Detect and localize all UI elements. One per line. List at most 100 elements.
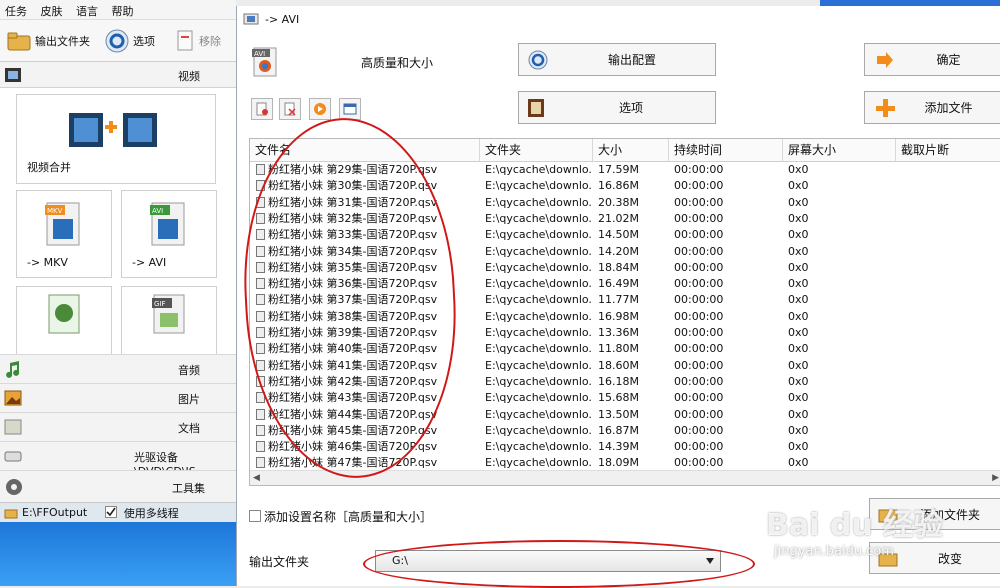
options-button[interactable]: 选项: [104, 28, 155, 54]
menu-help[interactable]: 帮助: [107, 0, 139, 22]
cell-size: 18.84M: [598, 260, 639, 274]
cell-folder: E:\qycache\downlo...: [485, 293, 591, 307]
svg-text:AVI: AVI: [152, 207, 163, 215]
file-icon: [256, 164, 265, 175]
add-file-button[interactable]: 添加文件: [864, 91, 1000, 124]
cell-screen-size: 0x0: [788, 374, 809, 388]
cell-size: 16.86M: [598, 179, 639, 193]
cell-duration: 00:00:00: [674, 440, 724, 454]
file-list-table[interactable]: 文件名 文件夹 大小 持续时间 屏幕大小 截取片断 粉红猪小妹 第29集-国语7…: [249, 138, 1000, 486]
cell-screen-size: 0x0: [788, 277, 809, 291]
table-row[interactable]: 粉红猪小妹 第37集-国语720P.qsv E:\qycache\downlo..…: [250, 292, 1000, 308]
table-row[interactable]: 粉红猪小妹 第40集-国语720P.qsv E:\qycache\downlo..…: [250, 341, 1000, 357]
watermark-brand: Bai du 经验: [766, 508, 944, 543]
table-row[interactable]: 粉红猪小妹 第32集-国语720P.qsv E:\qycache\downlo..…: [250, 211, 1000, 227]
ok-button[interactable]: 确定: [864, 43, 1000, 76]
cell-size: 16.98M: [598, 309, 639, 323]
scroll-left-icon[interactable]: ◀: [253, 473, 260, 483]
file-icon: [256, 343, 265, 355]
menu-task[interactable]: 任务: [0, 0, 32, 22]
cell-filename: 粉红猪小妹 第44集-国语720P.qsv: [256, 407, 478, 423]
cell-filename: 粉红猪小妹 第47集-国语720P.qsv: [256, 455, 478, 471]
output-folder-select[interactable]: G:\: [375, 550, 721, 572]
cell-duration: 00:00:00: [674, 309, 724, 323]
cell-size: 16.18M: [598, 374, 639, 388]
cell-screen-size: 0x0: [788, 260, 809, 274]
cell-filename: 粉红猪小妹 第42集-国语720P.qsv: [256, 374, 478, 390]
file-icon: [256, 180, 265, 192]
gif-file-icon: GIF: [152, 294, 185, 334]
cell-screen-size: 0x0: [788, 179, 809, 193]
cell-screen-size: 0x0: [788, 391, 809, 405]
tile-to-avi[interactable]: AVI -> AVI: [121, 190, 217, 278]
menu-skin[interactable]: 皮肤: [36, 0, 68, 22]
tile-to-mkv[interactable]: MKV -> MKV: [16, 190, 112, 278]
cell-duration: 00:00:00: [674, 211, 724, 225]
cell-folder: E:\qycache\downlo...: [485, 342, 591, 356]
category-image[interactable]: 图片: [0, 383, 236, 412]
table-row[interactable]: 粉红猪小妹 第43集-国语720P.qsv E:\qycache\downlo..…: [250, 390, 1000, 406]
avi-file-icon: AVI: [150, 202, 185, 246]
cell-filename: 粉红猪小妹 第45集-国语720P.qsv: [256, 423, 478, 439]
category-tools[interactable]: 工具集: [0, 470, 236, 502]
table-row[interactable]: 粉红猪小妹 第45集-国语720P.qsv E:\qycache\downlo..…: [250, 423, 1000, 439]
table-row[interactable]: 粉红猪小妹 第34集-国语720P.qsv E:\qycache\downlo..…: [250, 244, 1000, 260]
cell-filename: 粉红猪小妹 第37集-国语720P.qsv: [256, 292, 478, 308]
desktop-background: [0, 522, 236, 586]
cell-duration: 00:00:00: [674, 277, 724, 291]
cell-size: 18.60M: [598, 358, 639, 372]
play-button[interactable]: [309, 98, 331, 120]
cell-folder: E:\qycache\downlo...: [485, 211, 591, 225]
remove-button[interactable]: 移除: [176, 28, 221, 54]
document-icon: [4, 419, 22, 435]
cell-size: 11.80M: [598, 342, 639, 356]
table-row[interactable]: 粉红猪小妹 第31集-国语720P.qsv E:\qycache\downlo..…: [250, 195, 1000, 211]
file-icon: [256, 229, 265, 241]
output-config-button[interactable]: 输出配置: [518, 43, 716, 76]
options-dialog-button[interactable]: 选项: [518, 91, 716, 124]
table-row[interactable]: 粉红猪小妹 第30集-国语720P.qsv E:\qycache\downlo..…: [250, 178, 1000, 194]
column-clip[interactable]: 截取片断: [896, 139, 1000, 161]
cell-size: 18.09M: [598, 456, 639, 470]
table-row[interactable]: 粉红猪小妹 第33集-国语720P.qsv E:\qycache\downlo..…: [250, 227, 1000, 243]
add-setting-name-checkbox[interactable]: 添加设置名称［高质量和大小］: [249, 508, 432, 525]
table-row[interactable]: 粉红猪小妹 第41集-国语720P.qsv E:\qycache\downlo..…: [250, 358, 1000, 374]
play-icon: [314, 103, 326, 115]
menu-language[interactable]: 语言: [71, 0, 103, 22]
table-row[interactable]: 粉红猪小妹 第42集-国语720P.qsv E:\qycache\downlo..…: [250, 374, 1000, 390]
category-video[interactable]: 视频: [0, 62, 236, 88]
cell-folder: E:\qycache\downlo...: [485, 440, 591, 454]
table-row[interactable]: 粉红猪小妹 第38集-国语720P.qsv E:\qycache\downlo..…: [250, 309, 1000, 325]
tile-to-gif[interactable]: GIF: [121, 286, 217, 356]
table-row[interactable]: 粉红猪小妹 第39集-国语720P.qsv E:\qycache\downlo..…: [250, 325, 1000, 341]
column-screen-size[interactable]: 屏幕大小: [783, 139, 896, 161]
media-info-button[interactable]: [339, 98, 361, 120]
clear-list-button[interactable]: [279, 98, 301, 120]
category-document[interactable]: 文档: [0, 412, 236, 441]
cell-duration: 00:00:00: [674, 163, 724, 176]
app-icon: [243, 13, 259, 25]
category-audio[interactable]: 音频: [0, 354, 236, 383]
tile-video-merge[interactable]: 视频合并: [16, 94, 216, 184]
category-disc-device[interactable]: 光驱设备\DVD\CD\IS: [0, 441, 236, 478]
table-row[interactable]: 粉红猪小妹 第46集-国语720P.qsv E:\qycache\downlo..…: [250, 439, 1000, 455]
column-duration[interactable]: 持续时间: [669, 139, 783, 161]
column-size[interactable]: 大小: [593, 139, 669, 161]
column-filename[interactable]: 文件名: [250, 139, 480, 161]
column-folder[interactable]: 文件夹: [480, 139, 593, 161]
music-note-icon: [6, 361, 20, 378]
table-row[interactable]: 粉红猪小妹 第44集-国语720P.qsv E:\qycache\downlo..…: [250, 407, 1000, 423]
folder-small-icon: [4, 509, 18, 518]
output-folder-button[interactable]: 输出文件夹: [6, 28, 90, 54]
table-row[interactable]: 粉红猪小妹 第29集-国语720P.qsv E:\qycache\downlo..…: [250, 162, 1000, 178]
cell-size: 17.59M: [598, 163, 639, 176]
cell-filename: 粉红猪小妹 第41集-国语720P.qsv: [256, 358, 478, 374]
cell-filename: 粉红猪小妹 第35集-国语720P.qsv: [256, 260, 478, 276]
multithread-checkbox[interactable]: 使用多线程: [105, 505, 179, 521]
tile-to-3gp[interactable]: [16, 286, 112, 356]
table-row[interactable]: 粉红猪小妹 第36集-国语720P.qsv E:\qycache\downlo..…: [250, 276, 1000, 292]
remove-file-button[interactable]: [251, 98, 273, 120]
cell-filename: 粉红猪小妹 第38集-国语720P.qsv: [256, 309, 478, 325]
table-row[interactable]: 粉红猪小妹 第35集-国语720P.qsv E:\qycache\downlo..…: [250, 260, 1000, 276]
dialog-titlebar: -> AVI: [237, 6, 1000, 32]
